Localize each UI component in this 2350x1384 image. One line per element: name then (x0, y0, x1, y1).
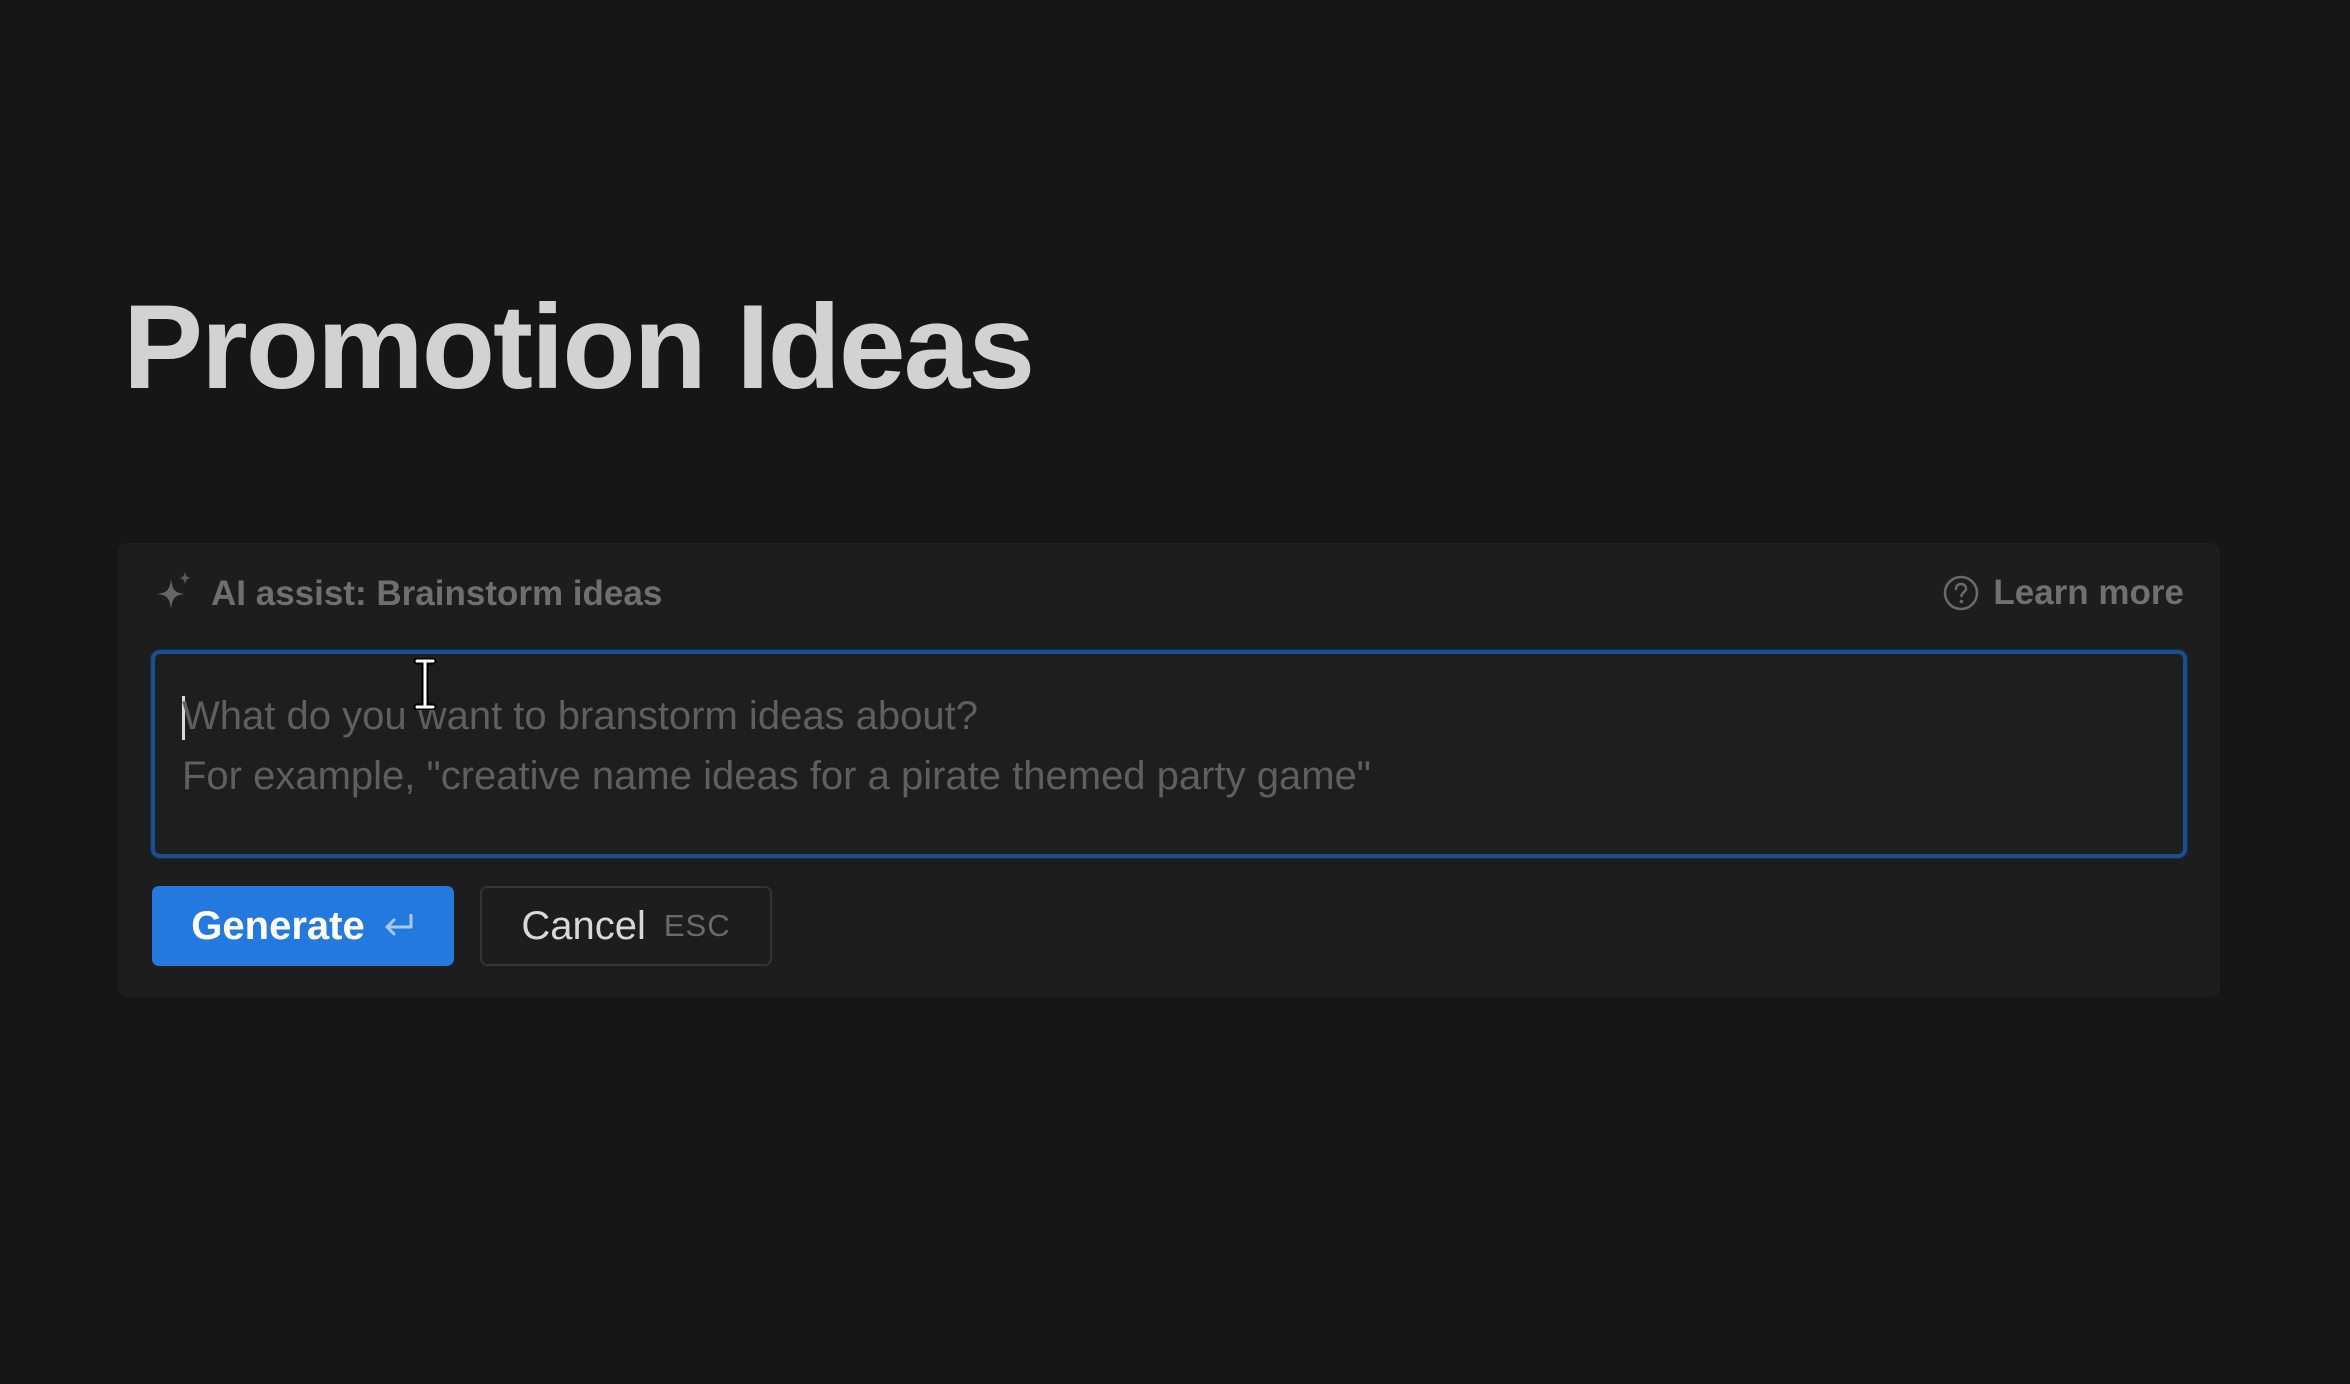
cancel-button[interactable]: Cancel ESC (480, 886, 772, 966)
generate-label: Generate (191, 903, 365, 948)
ai-assist-label: AI assist: Brainstorm ideas (211, 574, 662, 614)
sparkle-icon (157, 571, 191, 610)
esc-shortcut-hint: ESC (663, 908, 731, 943)
generate-button[interactable]: Generate (152, 886, 454, 966)
ai-assist-panel: AI assist: Brainstorm ideas Learn more W… (118, 543, 2220, 997)
prompt-placeholder-line-2: For example, "creative name ideas for a … (182, 754, 1371, 798)
learn-more-link[interactable]: Learn more (1943, 570, 2184, 616)
cancel-label: Cancel (521, 903, 646, 948)
i-beam-cursor-icon (413, 658, 437, 710)
help-circle-icon (1944, 575, 1979, 611)
page-title[interactable]: Promotion Ideas (123, 282, 1035, 412)
prompt-placeholder-line-1: What do you want to branstorm ideas abou… (182, 694, 979, 738)
brainstorm-prompt-input[interactable]: What do you want to branstorm ideas abou… (151, 650, 2187, 858)
enter-key-icon (385, 914, 413, 936)
ai-assist-mode: Brainstorm ideas (376, 574, 663, 613)
learn-more-label: Learn more (1993, 573, 2184, 612)
ai-assist-header: AI assist: Brainstorm ideas Learn more (155, 565, 2184, 619)
ai-assist-prefix: AI assist: (211, 574, 367, 613)
